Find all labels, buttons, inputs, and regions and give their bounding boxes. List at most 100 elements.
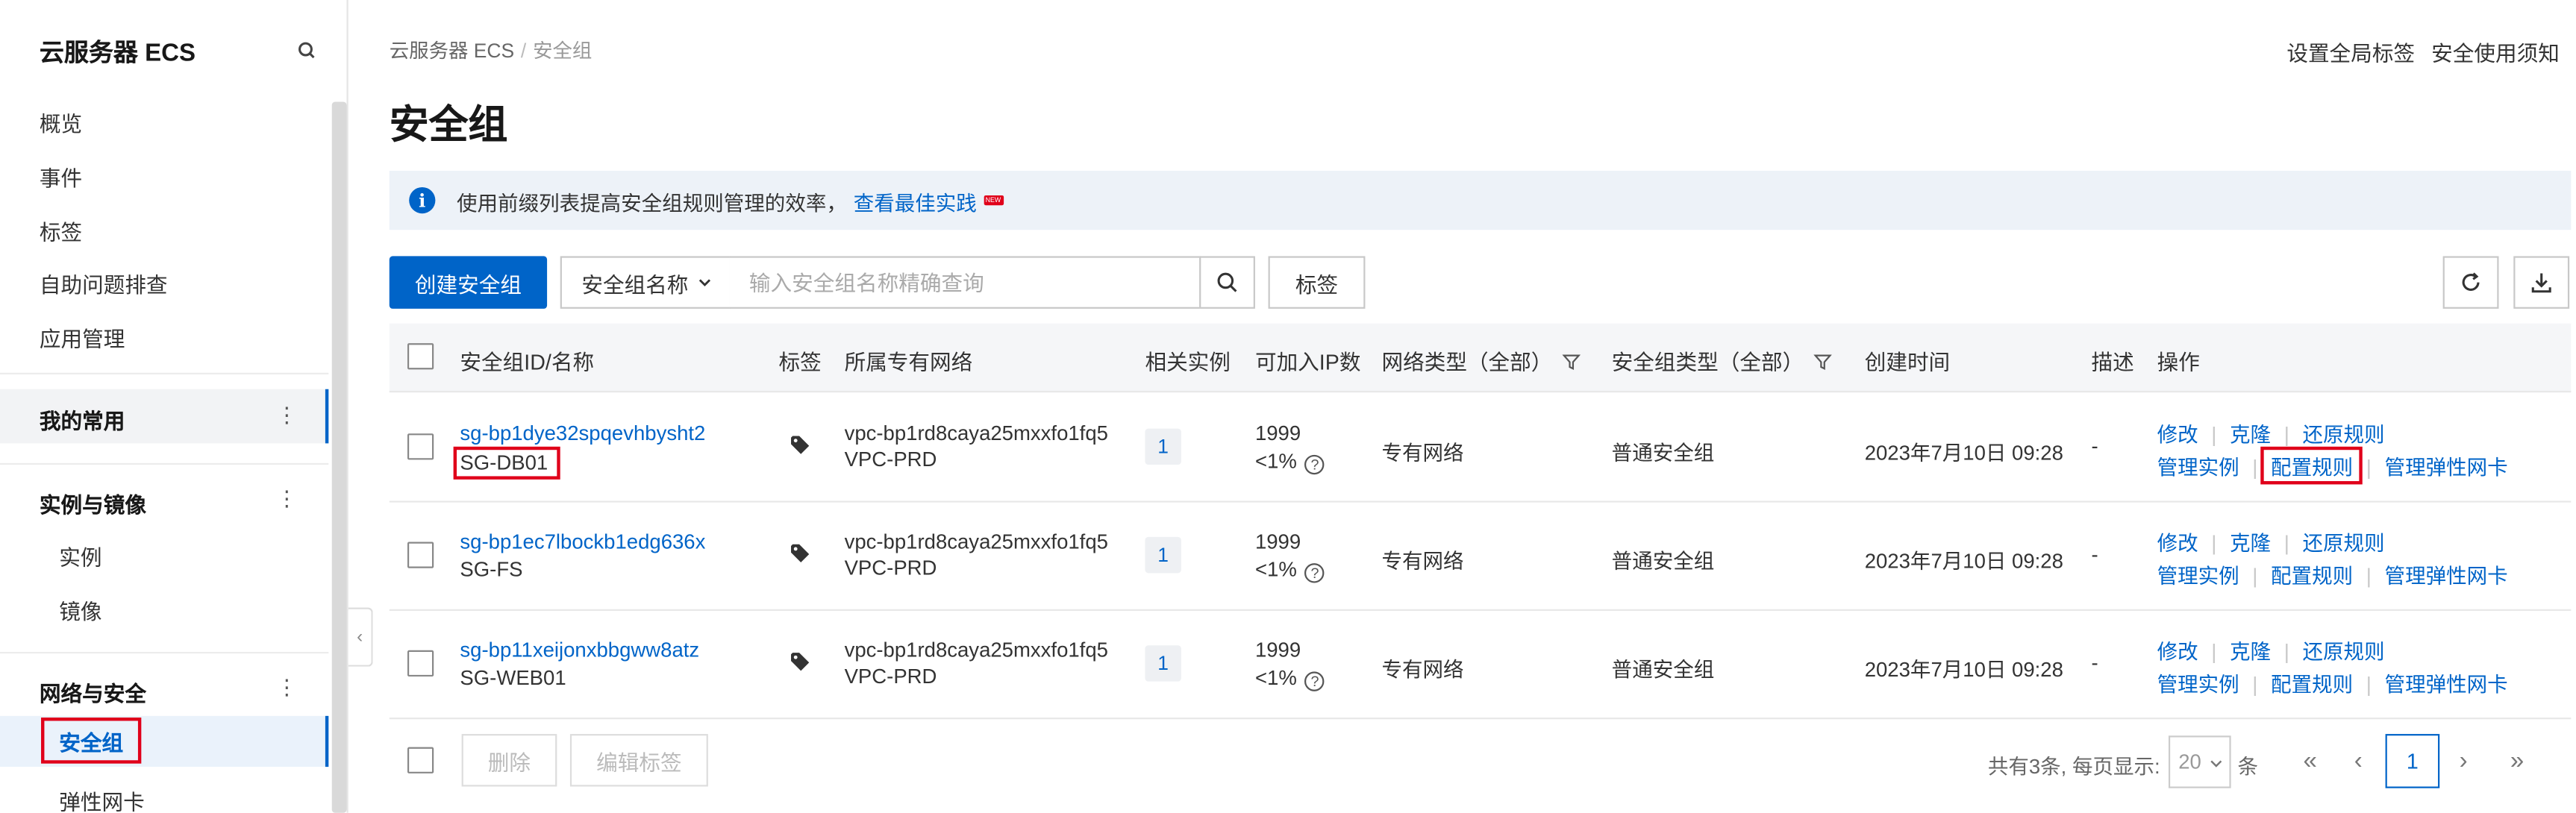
table-row: sg-bp1dye32spqevhbysht2 SG-DB01 vpc-bp1r… <box>389 394 2572 503</box>
ip-usage-pct: <1% <box>1254 450 1297 474</box>
modify-link[interactable]: 修改 <box>2157 641 2198 664</box>
sidebar-scrollbar[interactable] <box>331 101 347 813</box>
clone-link[interactable]: 克隆 <box>2230 641 2271 664</box>
breadcrumb-ecs[interactable]: 云服务器 ECS <box>390 40 514 63</box>
instance-count-badge[interactable]: 1 <box>1145 536 1181 574</box>
sg-type: 普通安全组 <box>1611 658 1715 682</box>
delete-button[interactable]: 删除 <box>461 734 557 787</box>
manage-eni-link[interactable]: 管理弹性网卡 <box>2385 674 2508 697</box>
sg-id-link[interactable]: sg-bp1dye32spqevhbysht2 <box>460 422 705 445</box>
footer-select-all-checkbox[interactable] <box>407 747 434 773</box>
security-notice-link[interactable]: 安全使用须知 <box>2431 41 2560 66</box>
tag-filter-button[interactable]: 标签 <box>1268 256 1366 309</box>
col-created: 创建时间 <box>1864 349 1951 374</box>
next-page-button[interactable]: › <box>2460 747 2468 775</box>
configure-rules-link[interactable]: 配置规则 <box>2271 565 2353 588</box>
row-ops-line2: 管理实例 | 配置规则 | 管理弹性网卡 <box>2157 446 2508 485</box>
select-all-checkbox[interactable] <box>407 343 434 370</box>
tag-icon[interactable] <box>789 650 812 674</box>
sg-id-link[interactable]: sg-bp1ec7lbockb1edg636x <box>460 530 705 553</box>
search-field-select[interactable]: 安全组名称 <box>560 256 731 309</box>
search-field-label: 安全组名称 <box>581 271 689 297</box>
clone-link[interactable]: 克隆 <box>2230 532 2271 555</box>
sidebar-item-instance[interactable]: 实例 <box>59 540 101 571</box>
current-page-button[interactable]: 1 <box>2385 734 2440 788</box>
search-input[interactable] <box>729 256 1201 309</box>
row-ops-line1: 修改 | 克隆 | 还原规则 <box>2157 525 2385 556</box>
sidebar-group-network[interactable]: 网络与安全 <box>40 677 146 708</box>
modify-link[interactable]: 修改 <box>2157 424 2198 447</box>
ops-separator: | <box>2211 532 2217 556</box>
manage-instances-link[interactable]: 管理实例 <box>2157 565 2239 588</box>
configure-rules-link[interactable]: 配置规则 <box>2271 674 2353 697</box>
best-practice-link[interactable]: 查看最佳实践 <box>854 185 977 216</box>
help-icon[interactable]: ? <box>1304 454 1325 475</box>
edit-tags-button[interactable]: 编辑标签 <box>569 734 708 787</box>
row-checkbox[interactable] <box>407 542 434 568</box>
manage-eni-link[interactable]: 管理弹性网卡 <box>2385 565 2508 588</box>
sidebar-item-app-management[interactable]: 应用管理 <box>40 321 125 353</box>
instance-count-badge[interactable]: 1 <box>1145 645 1181 682</box>
col-sg-type-label: 安全组类型（全部） <box>1611 349 1804 374</box>
sidebar-item-overview[interactable]: 概览 <box>40 107 82 138</box>
description: - <box>2091 651 2098 675</box>
col-instances: 相关实例 <box>1145 349 1231 374</box>
help-icon[interactable]: ? <box>1304 563 1325 583</box>
row-checkbox[interactable] <box>407 433 434 460</box>
notice-banner: i 使用前缀列表提高安全组规则管理的效率， 查看最佳实践 NEW <box>389 170 2572 230</box>
last-page-button[interactable]: » <box>2510 747 2524 775</box>
col-sg-type[interactable]: 安全组类型（全部） <box>1612 345 1832 376</box>
restore-rules-link[interactable]: 还原规则 <box>2302 424 2384 447</box>
tag-icon[interactable] <box>789 542 812 565</box>
col-network-type[interactable]: 网络类型（全部） <box>1381 345 1581 376</box>
manage-instances-link[interactable]: 管理实例 <box>2157 456 2239 480</box>
breadcrumb-current: 安全组 <box>533 39 593 63</box>
row-checkbox[interactable] <box>407 650 434 677</box>
ops-separator: | <box>2283 640 2289 664</box>
more-icon[interactable]: ⋮ <box>276 676 298 700</box>
filter-icon[interactable] <box>1562 353 1581 371</box>
help-icon[interactable]: ? <box>1304 671 1325 691</box>
ip-usage: <1%? <box>1254 450 1325 475</box>
sidebar-group-instances[interactable]: 实例与镜像 <box>40 488 146 519</box>
refresh-button[interactable] <box>2442 256 2499 309</box>
search-button[interactable] <box>1199 256 1255 309</box>
prev-page-button[interactable]: ‹ <box>2354 747 2363 775</box>
description: - <box>2091 435 2098 459</box>
created-time: 2023年7月10日 09:28 <box>1864 550 2063 574</box>
sg-name: SG-FS <box>460 558 523 582</box>
vpc-name: VPC-PRD <box>844 665 937 688</box>
row-ops-line2: 管理实例 | 配置规则 | 管理弹性网卡 <box>2157 667 2508 698</box>
clone-link[interactable]: 克隆 <box>2230 424 2271 447</box>
sidebar-item-troubleshoot[interactable]: 自助问题排查 <box>40 268 168 299</box>
restore-rules-link[interactable]: 还原规则 <box>2302 641 2384 664</box>
ops-separator: | <box>2252 456 2258 480</box>
global-tags-link[interactable]: 设置全局标签 <box>2286 41 2415 66</box>
more-icon[interactable]: ⋮ <box>276 487 298 511</box>
sidebar-item-tags[interactable]: 标签 <box>40 215 82 246</box>
restore-rules-link[interactable]: 还原规则 <box>2302 532 2384 555</box>
download-button[interactable] <box>2513 256 2570 309</box>
sidebar-item-image[interactable]: 镜像 <box>59 594 101 626</box>
tag-icon[interactable] <box>789 433 812 456</box>
manage-instances-link[interactable]: 管理实例 <box>2157 674 2239 697</box>
manage-eni-link[interactable]: 管理弹性网卡 <box>2385 456 2508 480</box>
first-page-button[interactable]: « <box>2304 747 2317 775</box>
ip-count: 1999 <box>1254 638 1301 662</box>
col-ip-count: 可加入IP数 <box>1254 349 1361 374</box>
sg-id-link[interactable]: sg-bp11xeijonxbbgww8atz <box>460 638 699 662</box>
more-icon[interactable]: ⋮ <box>276 403 298 427</box>
sidebar-group-favorites[interactable]: 我的常用 <box>40 404 125 436</box>
sidebar-item-events[interactable]: 事件 <box>40 161 82 192</box>
filter-icon[interactable] <box>1813 353 1832 371</box>
sidebar-item-security-group[interactable]: 安全组 <box>41 718 142 764</box>
modify-link[interactable]: 修改 <box>2157 532 2198 555</box>
ip-count: 1999 <box>1254 421 1301 445</box>
collapse-icon[interactable]: ‹ <box>348 607 373 667</box>
configure-rules-link[interactable]: 配置规则 <box>2260 446 2363 485</box>
sidebar-item-eni[interactable]: 弹性网卡 <box>59 785 145 813</box>
page-size-select[interactable]: 20 <box>2168 735 2231 788</box>
create-security-group-button[interactable]: 创建安全组 <box>389 256 548 309</box>
instance-count-badge[interactable]: 1 <box>1145 428 1181 465</box>
search-icon[interactable] <box>296 40 319 63</box>
